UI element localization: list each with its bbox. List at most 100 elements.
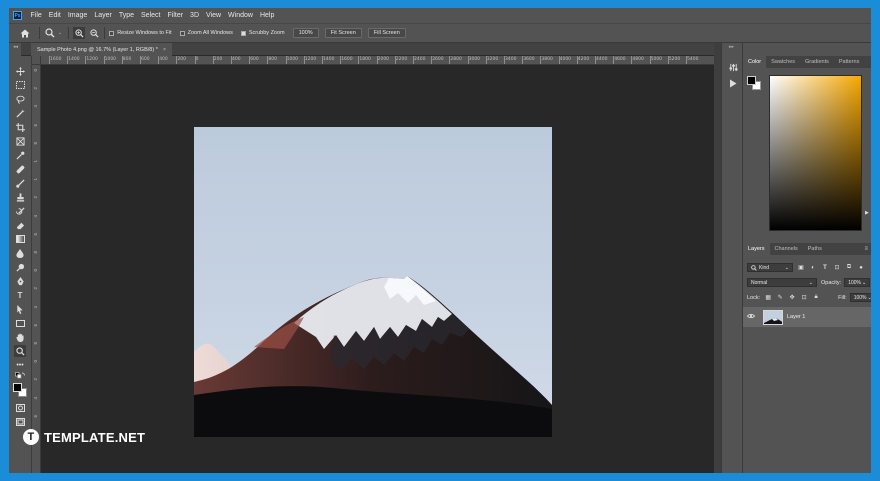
marquee-icon[interactable] [14, 79, 26, 91]
checkbox-box[interactable] [179, 30, 185, 36]
menu-3d[interactable]: 3D [187, 12, 203, 19]
close-icon[interactable]: × [163, 47, 166, 53]
menu-edit[interactable]: Edit [45, 12, 64, 19]
mountain-photo[interactable] [194, 127, 552, 437]
menu-type[interactable]: Type [115, 12, 137, 19]
color-panel-tabs: Color Swatches Gradients Patterns [743, 56, 871, 68]
horizontal-ruler[interactable]: 1600 1400 1200 1000 800 600 400 200 0 200 400 600 80… [41, 56, 714, 65]
color-picker-field[interactable] [769, 75, 862, 231]
checkbox-box-checked[interactable] [240, 30, 246, 36]
lock-position-icon[interactable]: ✥ [788, 294, 796, 302]
collapse-arrows-icon[interactable]: ◂◂ [13, 44, 18, 50]
tab-layers[interactable]: Layers [743, 243, 770, 255]
tab-color[interactable]: Color [743, 56, 767, 68]
play-actions-icon[interactable] [727, 77, 739, 89]
hand-icon[interactable] [14, 331, 26, 343]
fill-screen-button[interactable]: Fill Screen [367, 28, 406, 38]
lock-image-icon[interactable]: ✎ [776, 294, 784, 302]
opacity-field[interactable]: 100% ⌄ [844, 278, 871, 287]
pen-icon[interactable] [14, 275, 26, 287]
rectangle-icon[interactable] [14, 317, 26, 329]
layer-row[interactable]: Layer 1 [743, 307, 871, 327]
collapse-arrows-icon[interactable]: ▸▸ [729, 44, 734, 50]
blur-icon[interactable] [14, 247, 26, 259]
tab-swatches[interactable]: Swatches [766, 56, 800, 68]
tab-paths[interactable]: Paths [803, 243, 827, 255]
screen-mode-icon[interactable] [14, 416, 26, 428]
path-select-icon[interactable] [14, 303, 26, 315]
shape-filter-icon[interactable]: ⊡ [833, 264, 841, 272]
checkbox-box[interactable] [109, 30, 115, 36]
ruler-label: 1 [33, 178, 38, 181]
default-colors-icon[interactable] [14, 371, 26, 383]
dodge-icon[interactable] [14, 261, 26, 273]
history-brush-icon[interactable] [14, 205, 26, 217]
adjustment-filter-icon[interactable]: ◐ [809, 264, 817, 272]
scrubby-zoom-checkbox[interactable]: Scrubby Zoom [240, 30, 285, 36]
type-filter-icon[interactable]: T [821, 264, 829, 272]
lock-artboard-icon[interactable]: ⊡ [800, 294, 808, 302]
ruler-tick [522, 56, 524, 64]
frame-icon[interactable] [14, 135, 26, 147]
pixel-filter-icon[interactable]: ▣ [797, 264, 805, 272]
clone-stamp-icon[interactable] [14, 191, 26, 203]
foreground-color-swatch[interactable] [13, 383, 22, 392]
menu-filter[interactable]: Filter [164, 12, 187, 19]
menu-view[interactable]: View [203, 12, 225, 19]
zoom-in-icon[interactable] [73, 27, 86, 39]
hue-slider-handle[interactable]: ▶ [865, 210, 869, 216]
eyedropper-icon[interactable] [14, 149, 26, 161]
quick-mask-icon[interactable] [14, 402, 26, 414]
eraser-icon[interactable] [14, 219, 26, 231]
fit-screen-button[interactable]: Fit Screen [324, 28, 362, 38]
ruler-label: 1400 [68, 57, 80, 62]
zoom-all-windows-checkbox[interactable]: Zoom All Windows [179, 30, 233, 36]
resize-windows-checkbox[interactable]: Resize Windows to Fit [109, 30, 172, 36]
tab-gradients[interactable]: Gradients [800, 56, 834, 68]
chevron-down-icon[interactable]: ⌄ [58, 30, 62, 36]
document-tab[interactable]: Sample Photo 4.png @ 16.7% (Layer 1, RGB… [31, 43, 173, 56]
gradient-icon[interactable] [14, 233, 26, 245]
zoom-tool-icon[interactable] [44, 27, 56, 39]
menu-select[interactable]: Select [138, 12, 164, 19]
layer-name: Layer 1 [787, 314, 806, 320]
brush-icon[interactable] [14, 177, 26, 189]
zoom-100-button[interactable]: 100% [292, 28, 319, 38]
ruler-origin[interactable] [32, 56, 41, 65]
filter-toggle-icon[interactable]: ● [857, 264, 865, 272]
type-icon[interactable]: T [14, 289, 26, 301]
menu-window[interactable]: Window [225, 12, 257, 19]
lasso-icon[interactable] [14, 93, 26, 105]
lock-all-icon[interactable]: 🔒︎ [812, 294, 820, 302]
magic-wand-icon[interactable] [14, 107, 26, 119]
more-tools-icon[interactable]: ••• [14, 359, 26, 371]
menu-help[interactable]: Help [256, 12, 277, 19]
menu-layer[interactable]: Layer [91, 12, 116, 19]
kind-filter-dropdown[interactable]: Kind ⌄ [747, 263, 793, 272]
smart-object-filter-icon[interactable]: ⧉ [845, 264, 853, 272]
ruler-label: 3600 [523, 57, 535, 62]
healing-brush-icon[interactable] [14, 163, 26, 175]
tab-channels[interactable]: Channels [770, 243, 803, 255]
properties-icon[interactable] [727, 61, 739, 73]
zoom-out-icon[interactable] [88, 27, 100, 39]
canvas-area[interactable] [41, 65, 714, 473]
canvas-scrollbar[interactable] [714, 43, 721, 473]
foreground-swatch[interactable] [747, 76, 756, 85]
ruler-tick [576, 56, 578, 64]
panel-menu-icon[interactable]: ≡ [859, 243, 871, 255]
fill-field[interactable]: 100% ⌄ [849, 293, 871, 302]
vertical-ruler[interactable]: 024681124680246802468 [32, 65, 41, 473]
blend-mode-dropdown[interactable]: Normal ⌄ [747, 278, 817, 287]
lock-transparent-icon[interactable]: ▦ [764, 294, 772, 302]
menu-file[interactable]: File [27, 12, 45, 19]
tab-patterns[interactable]: Patterns [834, 56, 864, 68]
ruler-label: 3200 [486, 57, 499, 62]
eye-icon[interactable] [745, 313, 757, 321]
zoom-icon[interactable] [14, 345, 26, 357]
crop-icon[interactable] [14, 121, 26, 133]
right-panels: Color Swatches Gradients Patterns ▶ Laye… [743, 43, 871, 473]
home-icon[interactable] [19, 27, 31, 39]
menu-image[interactable]: Image [64, 12, 90, 19]
move-icon[interactable] [14, 65, 26, 77]
